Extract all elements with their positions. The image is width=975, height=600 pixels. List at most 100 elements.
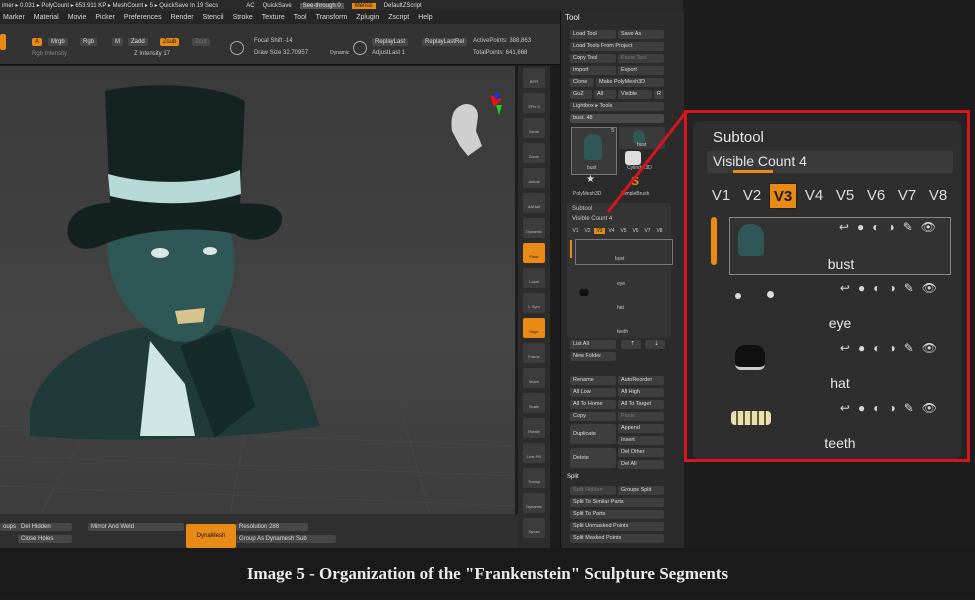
all-high-button[interactable]: All High [618, 388, 664, 397]
zoom-vtab-v4[interactable]: V4 [800, 183, 828, 209]
shelf-button-floor[interactable]: Floor [523, 243, 545, 263]
shelf-button-zoom[interactable]: Zoom [523, 143, 545, 163]
rgb-intensity-slider[interactable]: Rgb Intensity [32, 51, 67, 57]
all-to-target-button[interactable]: All To Target [618, 400, 664, 409]
paste-tool-button[interactable]: Paste Tool [618, 54, 664, 63]
shelf-button-transp[interactable]: Transp [523, 468, 545, 488]
resolution-slider[interactable]: Resolution 288 [236, 523, 308, 531]
clone-button[interactable]: Clone [570, 78, 594, 87]
draw-size-slider[interactable]: Draw Size 32.70957 [254, 50, 308, 56]
menu-item-picker[interactable]: Picker [95, 14, 114, 21]
goz-all-button[interactable]: All [594, 90, 616, 99]
shelf-button-spix-3[interactable]: SPix 3 [523, 93, 545, 113]
replay-last-button[interactable]: ReplayLast [372, 38, 409, 46]
zoom-subtool-row-hat[interactable]: ↩●◐◑✎👁 hat [729, 339, 951, 397]
vtab-v6[interactable]: V6 [630, 228, 641, 234]
shelf-button-dynamic-persp[interactable]: Dynamic Persp [523, 218, 545, 238]
menu-item-preferences[interactable]: Preferences [124, 14, 162, 21]
replay-last-rel-button[interactable]: ReplayLastRel [422, 38, 468, 46]
default-script-button[interactable]: DefaultZScript [384, 3, 422, 9]
vtab-v8[interactable]: V8 [654, 228, 665, 234]
menu-item-zscript[interactable]: Zscript [388, 14, 409, 21]
zoom-subtool-scrollbar[interactable] [711, 217, 717, 265]
shelf-button-frame[interactable]: Frame [523, 343, 545, 363]
shelf-button-local[interactable]: Local [523, 268, 545, 288]
all-low-button[interactable]: All Low [570, 388, 616, 397]
menu-item-transform[interactable]: Transform [316, 14, 348, 21]
quicksave-button[interactable]: QuickSave [263, 3, 292, 9]
vtab-v2[interactable]: V2 [582, 228, 593, 234]
subtool-row-icons[interactable]: ↩●◐◑✎👁 [840, 401, 945, 415]
save-as-button[interactable]: Save As [618, 30, 664, 39]
vtab-v7[interactable]: V7 [642, 228, 653, 234]
shelf-button-xpose[interactable]: Xpose [523, 518, 545, 538]
menu-item-tool[interactable]: Tool [294, 14, 307, 21]
shelf-button-scale[interactable]: Scale [523, 393, 545, 413]
menus-button[interactable]: Menus [351, 2, 376, 9]
orientation-gizmo[interactable] [451, 91, 502, 156]
brush-icon[interactable] [0, 34, 6, 50]
arrow-down-button[interactable]: ⇣ [645, 340, 665, 349]
split-masked-points-button[interactable]: Split Masked Points [570, 534, 664, 543]
menu-item-marker[interactable]: Marker [3, 14, 25, 21]
arrow-up-button[interactable]: ⇡ [621, 340, 641, 349]
list-all-button[interactable]: List All [570, 340, 616, 349]
subtool-row-icons[interactable]: ↩●◐◑✎👁 [840, 281, 945, 295]
zoom-subtool-row-eye[interactable]: ↩●◐◑✎👁 eye [729, 279, 951, 337]
copy-button[interactable]: Copy [570, 412, 616, 421]
load-tools-from-project-button[interactable]: Load Tools From Project [570, 42, 664, 51]
del-all-button[interactable]: Del All [618, 460, 664, 469]
zoom-vtab-v5[interactable]: V5 [831, 183, 859, 209]
group-as-dynamesh-button[interactable]: Group As Dynamesh Sub [236, 535, 336, 543]
zoom-vtab-v7[interactable]: V7 [893, 183, 921, 209]
append-button[interactable]: Append [618, 424, 664, 433]
shelf-button-actual[interactable]: Actual [523, 168, 545, 188]
zoom-vtab-v6[interactable]: V6 [862, 183, 890, 209]
delete-button[interactable]: Delete [570, 448, 616, 468]
duplicate-button[interactable]: Duplicate [570, 424, 616, 444]
m-button[interactable]: M [112, 38, 123, 46]
export-button[interactable]: Export [618, 66, 664, 75]
zoom-vtab-v3[interactable]: V3 [769, 183, 797, 209]
new-folder-button[interactable]: New Folder [570, 352, 616, 361]
shelf-button-aahalf[interactable]: AAHalf [523, 193, 545, 213]
vtab-v3[interactable]: V3 [594, 228, 605, 234]
adjust-last-slider[interactable]: AdjustLast 1 [372, 50, 405, 56]
del-hidden-button[interactable]: Del Hidden [18, 523, 72, 531]
zsub-button[interactable]: Zsub [160, 38, 180, 46]
groups-split-button[interactable]: Groups Split [618, 486, 664, 495]
seethrough-slider[interactable]: See-through 0 [299, 2, 344, 9]
dynamic-button[interactable]: Dynamic [330, 50, 349, 56]
del-other-button[interactable]: Del Other [618, 448, 664, 457]
mirror-weld-button[interactable]: Mirror And Weld [88, 523, 184, 531]
menu-item-stroke[interactable]: Stroke [233, 14, 253, 21]
menu-item-material[interactable]: Material [34, 14, 59, 21]
split-to-parts-button[interactable]: Split To Parts [570, 510, 664, 519]
vtab-v1[interactable]: V1 [570, 228, 581, 234]
shelf-button-scroll[interactable]: Scroll [523, 118, 545, 138]
copy-tool-button[interactable]: Copy Tool [570, 54, 616, 63]
shelf-button-rotate[interactable]: Rotate [523, 418, 545, 438]
paste-button[interactable]: Paste [618, 412, 664, 421]
viewport-canvas[interactable] [0, 66, 515, 514]
dynamesh-button[interactable]: DynaMesh [186, 524, 236, 548]
subtool-scrollbar[interactable] [570, 240, 572, 258]
menu-item-stencil[interactable]: Stencil [203, 14, 224, 21]
split-hidden-button[interactable]: Split Hidden [570, 486, 616, 495]
split-header[interactable]: Split [567, 474, 579, 480]
shelf-button-gxyz[interactable]: Gxyz [523, 318, 545, 338]
mrgb-button[interactable]: Mrgb [48, 38, 68, 46]
goz-button[interactable]: GoZ [570, 90, 592, 99]
zadd-button[interactable]: Zadd [128, 38, 148, 46]
menu-item-texture[interactable]: Texture [262, 14, 285, 21]
groups-button[interactable]: oups [0, 523, 20, 531]
make-polymesh-button[interactable]: Make PolyMesh3D [596, 78, 664, 87]
zoom-vtab-v2[interactable]: V2 [738, 183, 766, 209]
a-button[interactable]: A [32, 38, 43, 46]
zoom-vtab-v8[interactable]: V8 [924, 183, 952, 209]
brush-circle-icon[interactable] [230, 41, 244, 55]
subtool-row-icons[interactable]: ↩●◐◑✎👁 [839, 220, 944, 234]
subtool-header[interactable]: Subtool [572, 206, 592, 212]
zoom-visible-count-slider[interactable]: Visible Count 4 [707, 151, 953, 173]
goz-r-button[interactable]: R [654, 90, 664, 99]
